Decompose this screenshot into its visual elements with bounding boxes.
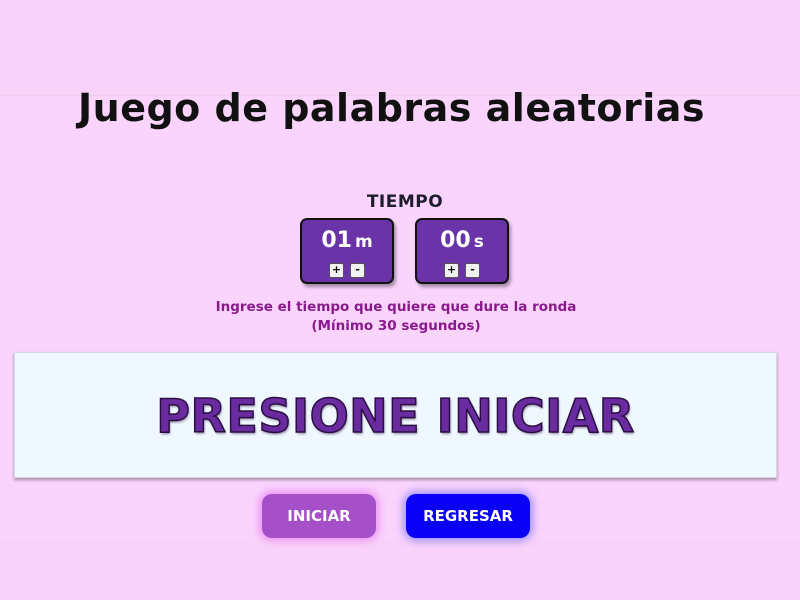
seconds-increment-button[interactable]: + — [444, 263, 459, 278]
minutes-display: 01 m — [302, 228, 392, 253]
timer-hint-line1: Ingrese el tiempo que quiere que dure la… — [215, 299, 577, 315]
seconds-display: 00 s — [417, 228, 507, 253]
seconds-box: 00 s + - — [415, 218, 509, 284]
timer-label: TIEMPO — [366, 192, 444, 212]
random-word-display: PRESIONE INICIAR — [156, 388, 635, 444]
minutes-stepper: + - — [302, 263, 392, 278]
header-band — [0, 0, 800, 96]
start-button[interactable]: INICIAR — [262, 494, 376, 538]
minutes-decrement-button[interactable]: - — [350, 263, 365, 278]
seconds-decrement-button[interactable]: - — [465, 263, 480, 278]
word-panel: PRESIONE INICIAR — [14, 352, 777, 478]
back-button[interactable]: REGRESAR — [406, 494, 530, 538]
timer-hint-line2: (Mínimo 30 segundos) — [311, 318, 481, 334]
minutes-box: 01 m + - — [300, 218, 394, 284]
page-title: Juego de palabras aleatorias — [78, 86, 706, 130]
seconds-stepper: + - — [417, 263, 507, 278]
minutes-increment-button[interactable]: + — [329, 263, 344, 278]
seconds-unit: s — [473, 232, 484, 252]
timer-hint: Ingrese el tiempo que quiere que dure la… — [0, 298, 792, 336]
seconds-value: 00 — [440, 228, 471, 253]
minutes-unit: m — [354, 232, 373, 252]
footer-band — [0, 540, 800, 600]
minutes-value: 01 — [321, 228, 352, 253]
